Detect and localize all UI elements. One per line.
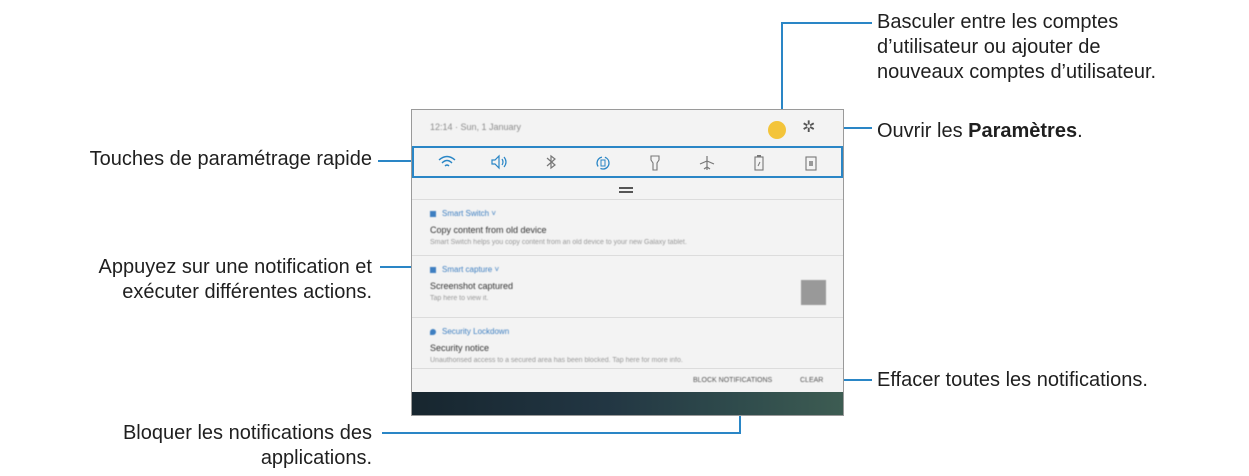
bluetooth-icon[interactable]: [540, 154, 562, 174]
wifi-icon[interactable]: [436, 154, 458, 174]
callout-tap-notification: Appuyez sur une notification et exécuter…: [98, 256, 372, 303]
sound-icon[interactable]: [488, 154, 510, 174]
notification-smart-switch[interactable]: Smart Switch ˅ Copy content from old dev…: [412, 199, 843, 256]
screenshot-thumbnail[interactable]: [801, 280, 826, 305]
settings-gear-icon[interactable]: ✲: [802, 119, 815, 137]
notification-body: Smart Switch helps you copy content from…: [430, 239, 687, 246]
notification-title: Security notice: [430, 343, 490, 353]
drag-handle-line: [619, 191, 633, 193]
callout-quick-settings: Touches de paramétrage rapide: [89, 148, 372, 170]
power-saving-icon[interactable]: [748, 154, 770, 174]
notification-title: Screenshot captured: [430, 281, 514, 291]
notification-body: Tap here to view it.: [430, 295, 489, 302]
status-bar: 12:14 · Sun, 1 January ✲: [412, 110, 843, 146]
notification-security[interactable]: Security Lockdown Security notice Unauth…: [412, 317, 843, 369]
callout-block-notifications: Bloquer les notifications des applicatio…: [122, 422, 372, 469]
notification-app-name: Security Lockdown: [430, 327, 509, 336]
airplane-icon[interactable]: [696, 154, 718, 174]
drag-handle[interactable]: [619, 187, 633, 189]
auto-rotate-icon[interactable]: [592, 154, 614, 174]
callout-clear-all: Effacer toutes les notifications.: [877, 369, 1148, 391]
block-notifications-button[interactable]: BLOCK NOTIFICATIONS: [693, 377, 772, 384]
leader-line-switch-user-h: [781, 22, 872, 24]
notification-screenshot[interactable]: Smart capture ˅ Screenshot captured Tap …: [412, 255, 843, 318]
leader-line-quick-settings: [378, 160, 411, 162]
screen-icon[interactable]: [800, 154, 822, 174]
notification-panel: 12:14 · Sun, 1 January ✲ Smart Switch ˅ …: [411, 109, 844, 416]
user-avatar[interactable]: [768, 121, 786, 139]
notification-app-name: Smart capture ˅: [430, 265, 499, 274]
callout-switch-user: Basculer entre les comptes d’utilisateur…: [877, 11, 1157, 83]
leader-line-block-h: [382, 432, 741, 434]
notification-app-name: Smart Switch ˅: [430, 209, 496, 218]
notification-actions-bar: BLOCK NOTIFICATIONS CLEAR: [412, 368, 843, 393]
flashlight-icon[interactable]: [644, 154, 666, 174]
leader-line-switch-user: [781, 23, 783, 122]
notification-body: Unauthorised access to a secured area ha…: [430, 357, 683, 364]
status-time-date: 12:14 · Sun, 1 January: [430, 122, 522, 132]
clear-button[interactable]: CLEAR: [800, 377, 823, 384]
callout-open-settings: Ouvrir les Paramètres.: [877, 120, 1083, 142]
home-wallpaper: [412, 392, 843, 415]
quick-settings-bar: [412, 146, 843, 178]
notification-title: Copy content from old device: [430, 225, 547, 235]
